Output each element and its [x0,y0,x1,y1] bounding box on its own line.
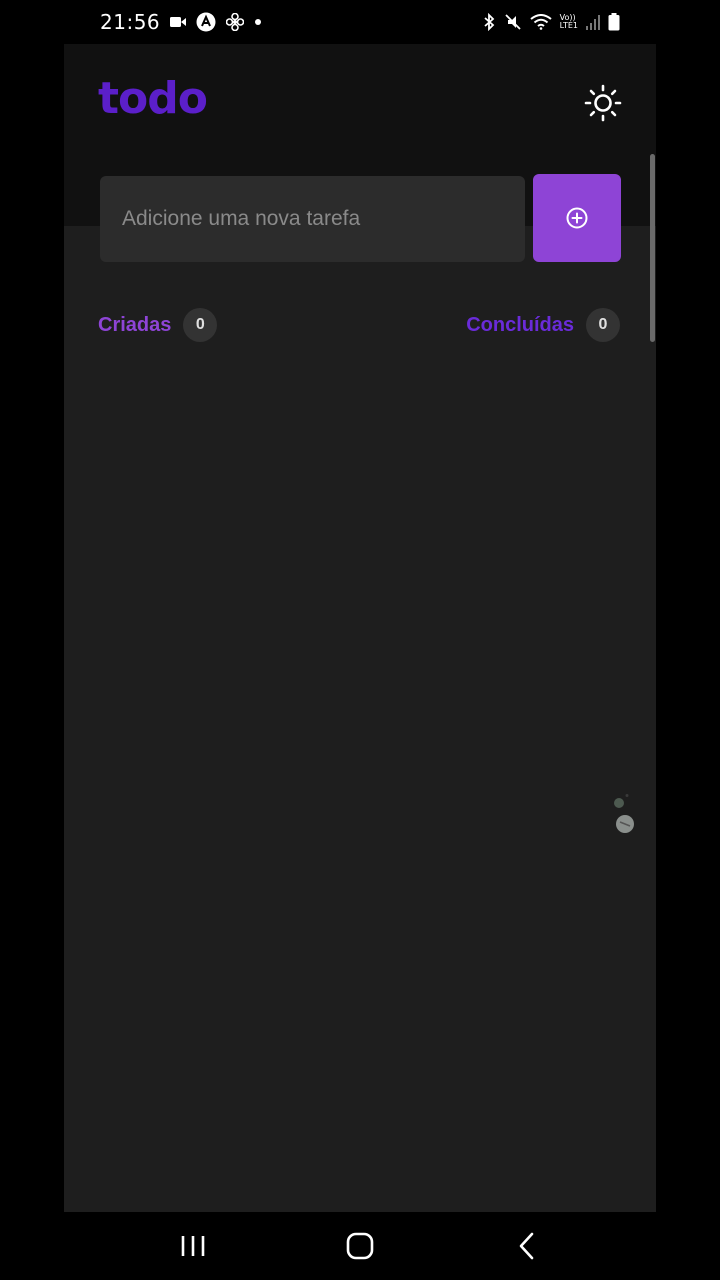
app-logo: todo [98,73,208,124]
bluetooth-icon [482,13,496,31]
created-tasks-counter: Criadas 0 [98,308,218,342]
fan-icon [226,13,245,31]
home-icon [346,1232,374,1260]
completed-tasks-counter: Concluídas 0 [466,308,620,342]
scrollbar[interactable] [650,154,655,342]
completed-count-badge: 0 [586,308,620,342]
created-count-badge: 0 [183,308,218,342]
back-button[interactable] [497,1221,557,1271]
back-icon [519,1232,533,1260]
add-task-button[interactable] [533,174,621,262]
status-left: 21:56 [100,10,262,34]
app-screen: todo Cri [64,44,656,1212]
status-bar: 21:56 Vo)) LTE1 [0,0,720,44]
lte-label: LTE1 [559,21,578,30]
new-task-input[interactable] [100,176,525,262]
status-right: Vo)) LTE1 [482,13,620,31]
theme-toggle-button[interactable] [582,82,624,124]
recent-apps-icon [182,1236,205,1256]
sun-icon [584,84,622,122]
app-icon [196,12,216,32]
battery-icon [608,13,620,31]
navigation-bar [0,1212,720,1280]
plus-circle-icon [566,207,588,229]
wifi-icon [529,14,552,30]
dot-icon [254,18,262,26]
video-icon [170,16,187,28]
completed-label: Concluídas [466,313,574,336]
lte-indicator: Vo)) LTE1 [560,14,578,30]
signal-icon [586,14,600,30]
mute-icon [504,13,522,31]
floating-indicator [612,794,642,840]
status-time: 21:56 [100,10,161,34]
home-button[interactable] [330,1221,390,1271]
recent-apps-button[interactable] [163,1221,223,1271]
created-label: Criadas [98,313,172,336]
